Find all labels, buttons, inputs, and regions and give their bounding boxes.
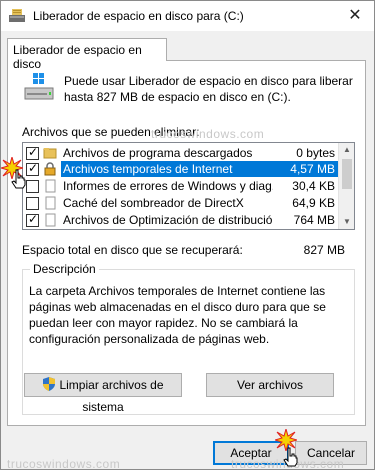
total-space-label: Espacio total en disco que se recuperará…: [22, 243, 243, 257]
item-name: Caché del sombreador de DirectX: [63, 196, 244, 210]
close-icon: ✕: [348, 7, 362, 24]
hand-cursor-icon: [283, 447, 298, 467]
check-mark-icon: ✓: [28, 212, 39, 226]
checkbox[interactable]: ✓: [26, 161, 39, 176]
item-size: 0 bytes: [296, 146, 335, 160]
disk-cleanup-window: Liberador de espacio en disco para (C:) …: [0, 0, 375, 471]
item-size: 4,57 MB: [273, 161, 339, 177]
total-space-value: 827 MB: [303, 243, 345, 257]
disk-cleanup-icon: [9, 9, 25, 22]
title-bar: Liberador de espacio en disco para (C:) …: [1, 1, 374, 31]
scroll-down-icon[interactable]: ▼: [339, 215, 354, 229]
description-text: La carpeta Archivos temporales de Intern…: [29, 284, 326, 346]
close-button[interactable]: ✕: [342, 5, 368, 27]
item-name: Archivos temporales de Internet: [61, 161, 273, 177]
vertical-scrollbar[interactable]: ▲ ▼: [338, 143, 354, 229]
hard-drive-icon: [24, 73, 54, 100]
view-files-button[interactable]: Ver archivos: [206, 373, 334, 397]
list-item[interactable]: ✓ Archivos de programa descargados 0 byt…: [23, 145, 339, 161]
uac-shield-icon: [43, 377, 56, 391]
list-item-selected[interactable]: ✓ Archivos temporales de Internet 4,57 M…: [23, 161, 339, 177]
item-size: 764 MB: [293, 213, 335, 227]
list-item[interactable]: ✓ Archivos de Optimización de distribuci…: [23, 212, 339, 228]
checkbox[interactable]: ✓: [26, 145, 39, 160]
intro-text: Puede usar Liberador de espacio en disco…: [64, 74, 353, 104]
check-mark-icon: ✓: [28, 145, 39, 159]
checkbox[interactable]: [26, 197, 39, 210]
window-title: Liberador de espacio en disco para (C:): [33, 9, 244, 23]
files-list[interactable]: ✓ Archivos de programa descargados 0 byt…: [22, 142, 355, 230]
check-mark-icon: ✓: [28, 161, 39, 175]
cleanup-system-files-button[interactable]: Limpiar archivos de sistema: [24, 373, 182, 414]
blank-file-icon: [45, 196, 56, 210]
checkbox[interactable]: ✓: [26, 212, 39, 227]
list-item[interactable]: Informes de errores de Windows y diag...…: [23, 178, 339, 194]
blank-file-icon: [45, 179, 56, 193]
tab-panel: Puede usar Liberador de espacio en disco…: [7, 60, 366, 426]
scroll-thumb[interactable]: [342, 159, 352, 189]
item-size: 64,9 KB: [292, 196, 335, 210]
blank-file-icon: [45, 213, 56, 227]
scroll-up-icon[interactable]: ▲: [339, 143, 354, 157]
item-name: Informes de errores de Windows y diag...: [63, 179, 273, 193]
watermark: trucoswindows.com: [7, 457, 121, 471]
folder-icon: [43, 148, 57, 159]
list-item[interactable]: Caché del sombreador de DirectX 64,9 KB: [23, 195, 339, 211]
watermark: trucoswindows.com: [151, 127, 265, 141]
item-name: Archivos de Optimización de distribución: [63, 213, 273, 227]
description-title: Descripción: [30, 262, 99, 276]
checkbox[interactable]: [26, 180, 39, 193]
hand-cursor-icon: [11, 169, 26, 189]
lock-icon: [44, 162, 56, 176]
tab-disk-cleanup[interactable]: Liberador de espacio en disco: [7, 38, 167, 71]
item-name: Archivos de programa descargados: [63, 146, 253, 160]
item-size: 30,4 KB: [292, 179, 335, 193]
